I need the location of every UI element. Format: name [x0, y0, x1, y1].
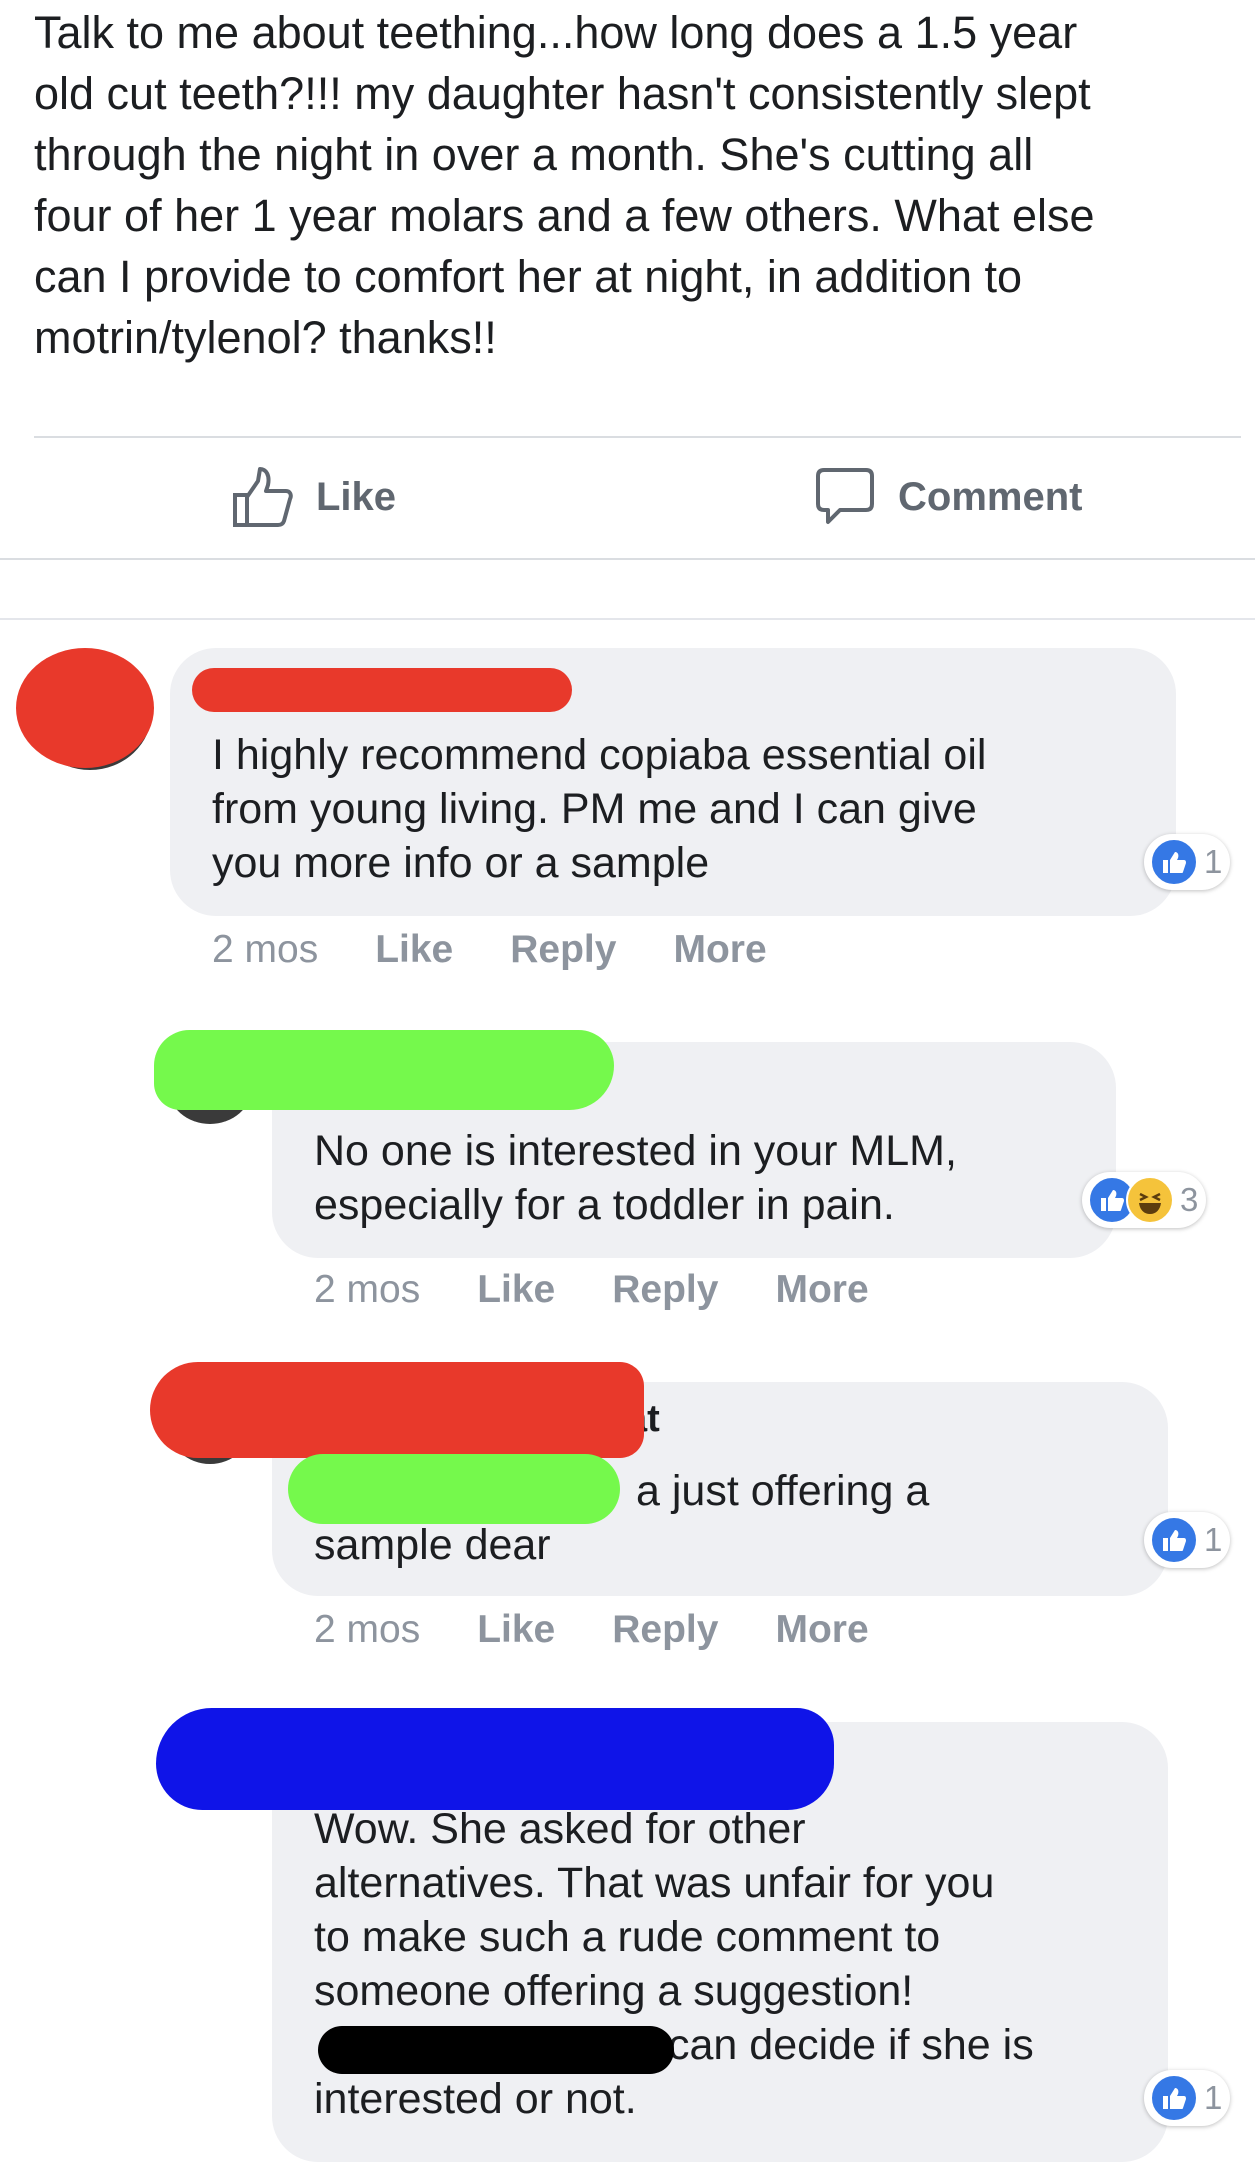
comment-meta: 2 mos Like Reply More	[212, 928, 824, 972]
comment-meta: 2 mos Like Reply More	[314, 1268, 926, 1312]
comment-like-button[interactable]: Like	[477, 1268, 555, 1312]
post-text-line: can I provide to comfort her at night, i…	[34, 251, 1023, 302]
reaction-summary[interactable]: 1	[1144, 2070, 1231, 2126]
post-comment-button[interactable]: Comment	[814, 462, 1082, 532]
post-like-label: Like	[316, 474, 397, 519]
comment-text-line: interested or not.	[314, 2075, 637, 2123]
comment-text-line: especially for a toddler in pain.	[314, 1181, 895, 1229]
comment-reply-button[interactable]: Reply	[612, 1608, 718, 1652]
post-text: Talk to me about teething...how long doe…	[34, 2, 1234, 368]
post-text-line: through the night in over a month. She's…	[34, 129, 1034, 180]
post-text-line: Talk to me about teething...how long doe…	[34, 7, 1078, 58]
post-comment-label: Comment	[898, 474, 1083, 519]
haha-reaction-icon	[1126, 1176, 1174, 1224]
comment-meta: 2 mos Like Reply More	[314, 1608, 926, 1652]
reaction-summary[interactable]: 1	[1144, 834, 1231, 890]
comment-timestamp[interactable]: 2 mos	[314, 1268, 420, 1312]
comment-text-line: someone offering a suggestion!	[314, 1967, 914, 2015]
thumbs-up-outline-icon	[233, 467, 293, 527]
commenter-name-redaction	[150, 1362, 644, 1458]
post-text-line: motrin/tylenol? thanks!!	[34, 312, 497, 363]
reaction-count: 1	[1204, 1521, 1223, 1558]
post-divider	[34, 436, 1241, 438]
comment-text-line: Wow. She asked for other	[314, 1805, 806, 1853]
reaction-summary[interactable]: 1	[1144, 1512, 1231, 1568]
like-reaction-icon	[1150, 838, 1198, 886]
like-reaction-icon	[1150, 2074, 1198, 2122]
comment-like-button[interactable]: Like	[477, 1608, 555, 1652]
post-text-line: four of her 1 year molars and a few othe…	[34, 190, 1095, 241]
post-text-line: old cut teeth?!!! my daughter hasn't con…	[34, 68, 1091, 119]
comment-text-line: from young living. PM me and I can give	[212, 785, 977, 833]
comment-text-line: sample dear	[314, 1521, 551, 1569]
reaction-summary[interactable]: 3	[1082, 1172, 1207, 1228]
comment-text: I highly recommend copiaba essential oil…	[212, 728, 986, 890]
comment-more-button[interactable]: More	[775, 1608, 868, 1652]
comment-text-line: to make such a rude comment to	[314, 1913, 941, 1961]
reaction-count: 1	[1204, 843, 1223, 880]
comment-text-line: No one is interested in your MLM,	[314, 1127, 957, 1175]
commenter-name-redaction	[192, 668, 572, 712]
comment-text-line: alternatives. That was unfair for you	[314, 1859, 995, 1907]
reaction-count: 3	[1180, 1181, 1199, 1218]
like-reaction-icon	[1150, 1516, 1198, 1564]
comment-timestamp[interactable]: 2 mos	[314, 1608, 420, 1652]
avatar-redaction	[16, 648, 154, 768]
comments-divider	[0, 618, 1255, 620]
comment-more-button[interactable]: More	[775, 1268, 868, 1312]
comment-timestamp[interactable]: 2 mos	[212, 928, 318, 972]
post-like-button[interactable]: Like	[232, 462, 396, 532]
comment-more-button[interactable]: More	[673, 928, 766, 972]
reaction-count: 1	[1204, 2079, 1223, 2116]
comment-text-redaction	[318, 2026, 674, 2074]
comment-text: No one is interested in your MLM, especi…	[314, 1124, 957, 1232]
comment-reply-button[interactable]: Reply	[612, 1268, 718, 1312]
commenter-name-redaction	[156, 1708, 834, 1810]
comment-text-line: I highly recommend copiaba essential oil	[212, 731, 987, 779]
comment-text-line: you more info or a sample	[212, 839, 710, 887]
comment-bubble-icon	[816, 468, 874, 524]
commenter-name-redaction	[154, 1030, 614, 1110]
comment-reply-button[interactable]: Reply	[510, 928, 616, 972]
action-bar-divider	[0, 558, 1255, 560]
comment-text-redaction	[288, 1454, 620, 1524]
comment-like-button[interactable]: Like	[375, 928, 453, 972]
comment-text: Wow. She asked for other alternatives. T…	[314, 1802, 1034, 2126]
